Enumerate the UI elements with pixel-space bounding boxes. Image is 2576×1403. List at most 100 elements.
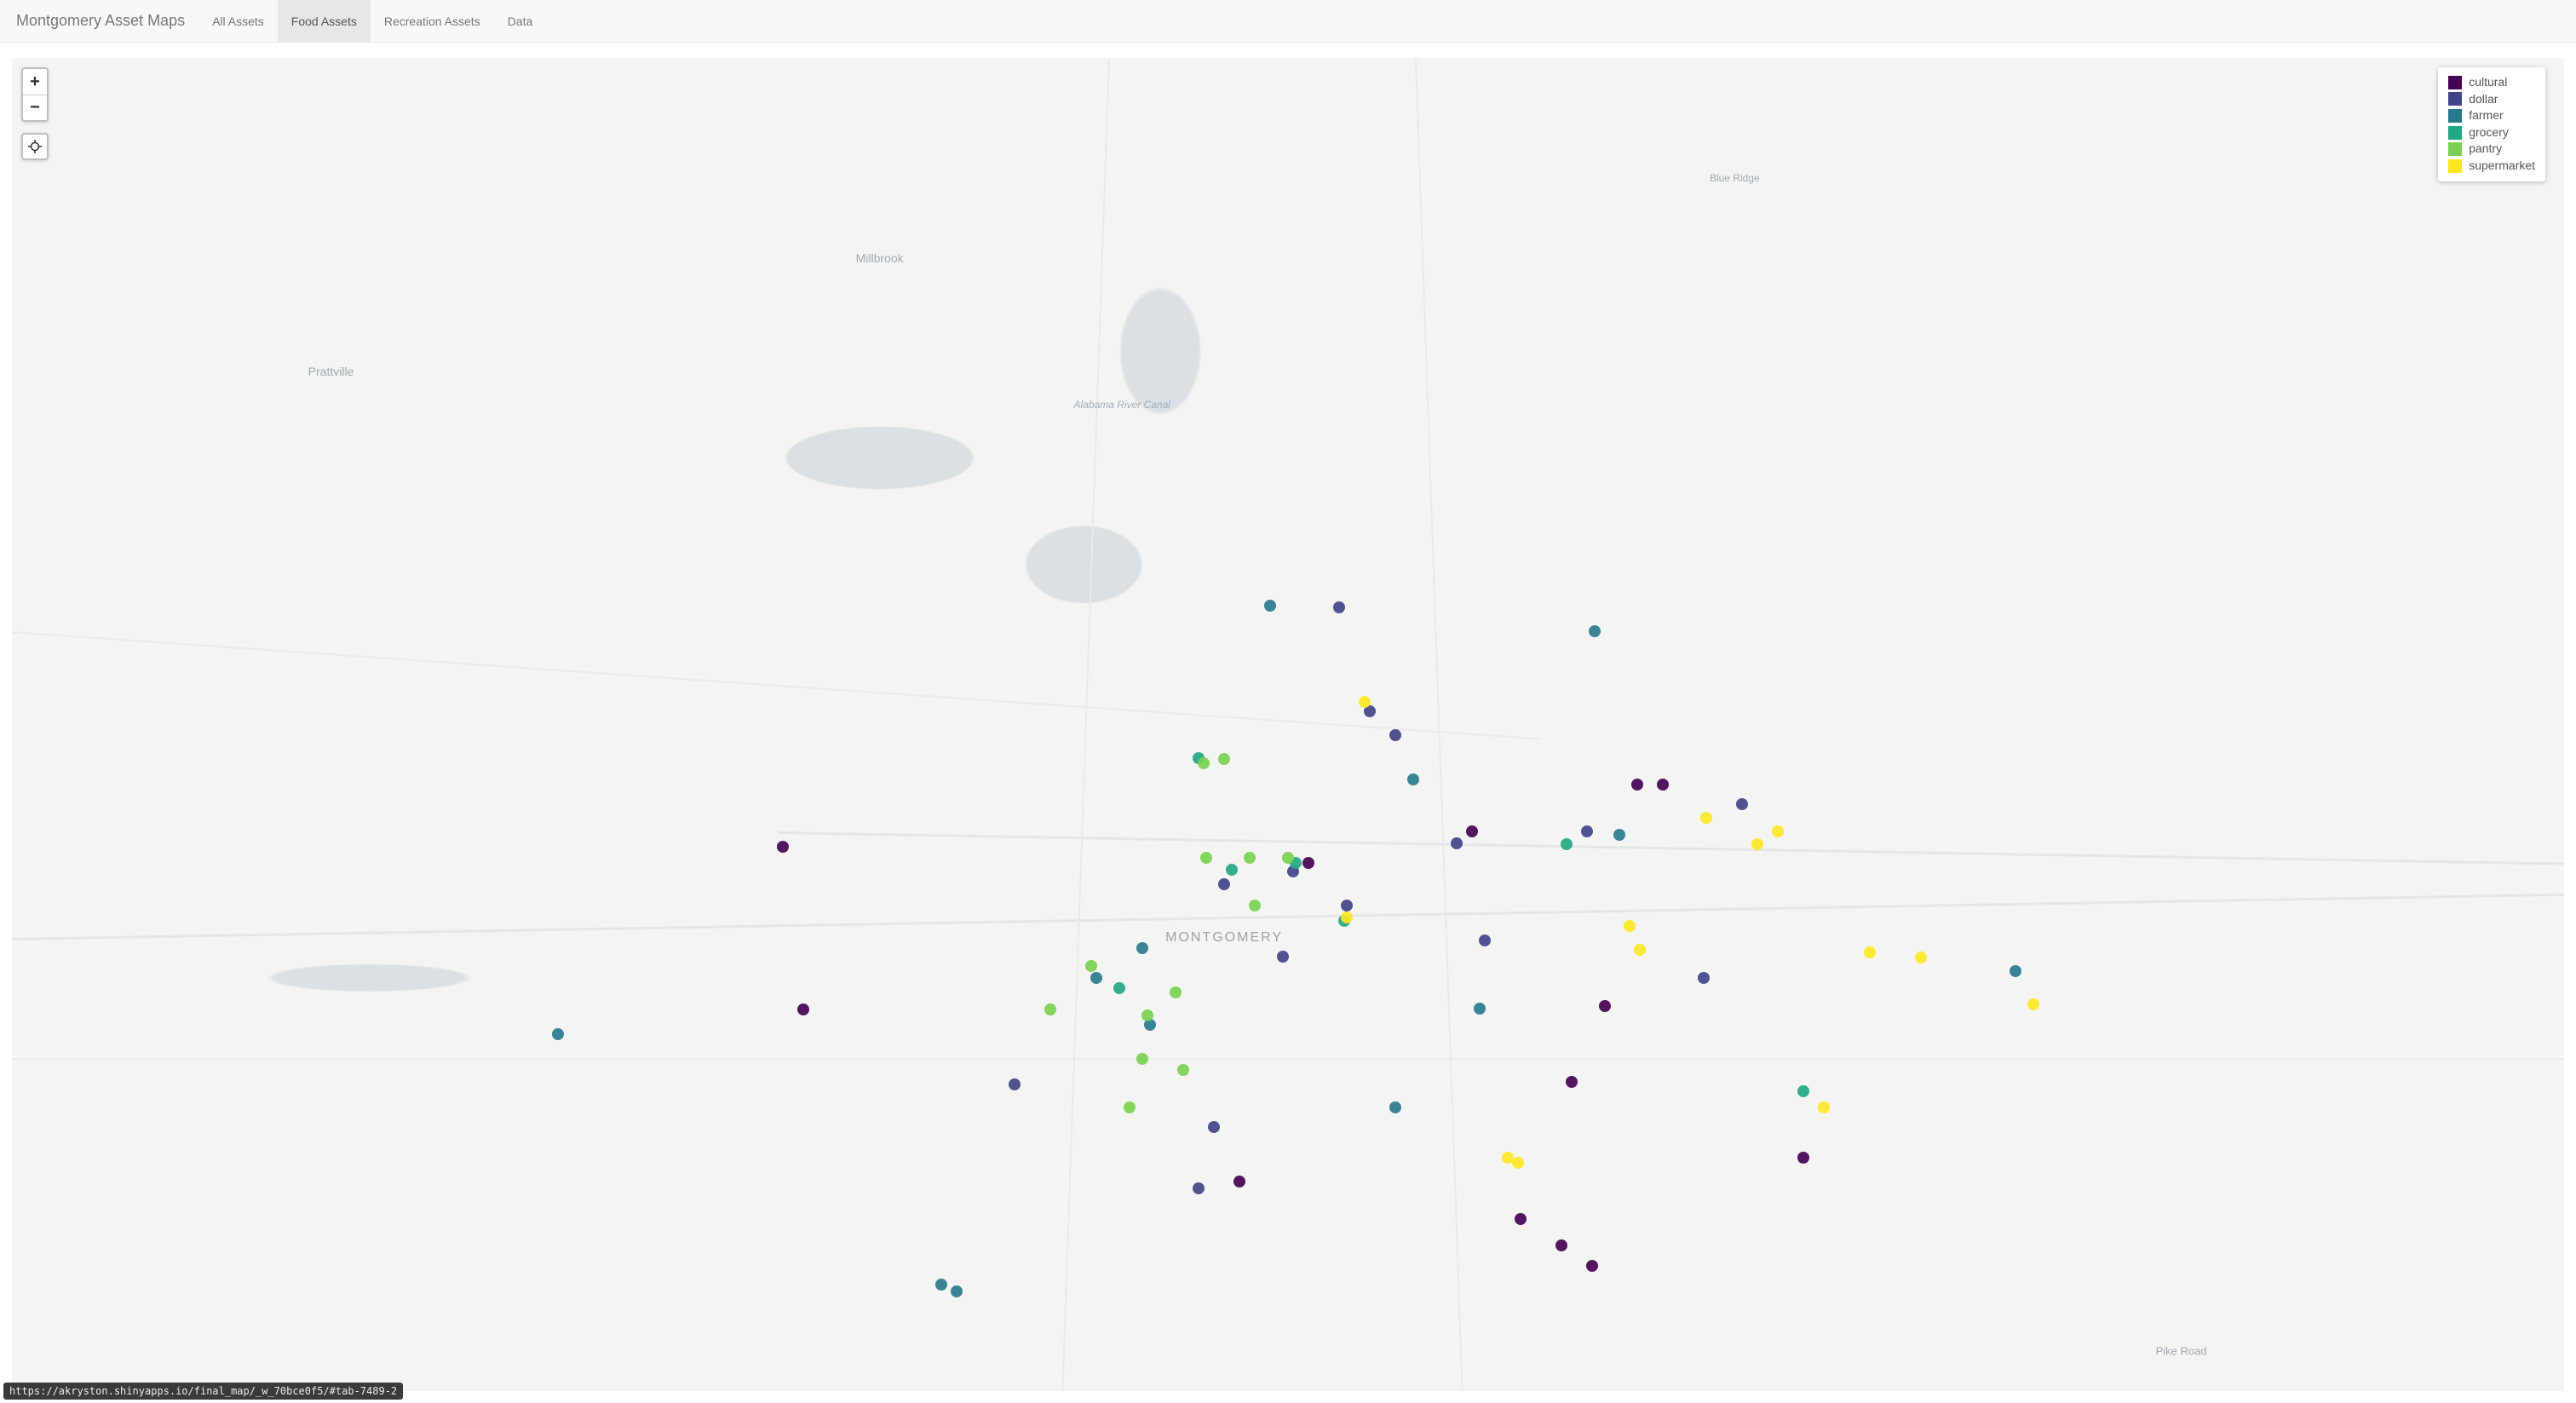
map-marker-supermarket[interactable] <box>1864 946 1876 958</box>
map-marker-cultural[interactable] <box>797 1003 809 1015</box>
legend: culturaldollarfarmergrocerypantrysuperma… <box>2438 67 2545 181</box>
map-marker-supermarket[interactable] <box>1751 838 1763 850</box>
map-marker-pantry[interactable] <box>1249 900 1261 911</box>
legend-label: pantry <box>2469 141 2502 158</box>
map-marker-farmer[interactable] <box>1389 1101 1401 1113</box>
map-marker-dollar[interactable] <box>1479 934 1491 946</box>
map-marker-dollar[interactable] <box>1698 972 1710 984</box>
map-label-river-canal: Alabama River Canal <box>1074 399 1170 411</box>
legend-row-grocery: grocery <box>2448 124 2535 141</box>
map-marker-dollar[interactable] <box>1389 729 1401 741</box>
map-marker-cultural[interactable] <box>1631 779 1643 791</box>
tab-all-assets[interactable]: All Assets <box>198 0 278 42</box>
map-marker-dollar[interactable] <box>1208 1121 1220 1133</box>
map-marker-supermarket[interactable] <box>1772 825 1784 837</box>
zoom-out-button[interactable]: − <box>23 95 47 120</box>
legend-swatch <box>2448 159 2462 173</box>
map-marker-dollar[interactable] <box>1009 1078 1021 1090</box>
legend-swatch <box>2448 109 2462 123</box>
map-marker-pantry[interactable] <box>1218 753 1230 765</box>
map-marker-cultural[interactable] <box>1797 1152 1809 1164</box>
legend-label: cultural <box>2469 74 2507 91</box>
map-marker-cultural[interactable] <box>1599 1000 1611 1012</box>
legend-row-pantry: pantry <box>2448 141 2535 158</box>
map-marker-supermarket[interactable] <box>2027 998 2039 1010</box>
map-marker-supermarket[interactable] <box>1634 944 1646 956</box>
map-marker-dollar[interactable] <box>1451 837 1463 849</box>
map-marker-supermarket[interactable] <box>1915 952 1927 963</box>
map-marker-dollar[interactable] <box>1193 1182 1205 1194</box>
map-marker-farmer[interactable] <box>552 1028 564 1040</box>
map-marker-dollar[interactable] <box>1277 951 1289 963</box>
map-marker-pantry[interactable] <box>1136 1053 1148 1065</box>
map-marker-pantry[interactable] <box>1085 960 1097 972</box>
legend-label: supermarket <box>2469 158 2535 175</box>
map-marker-grocery[interactable] <box>1561 838 1573 850</box>
legend-row-farmer: farmer <box>2448 107 2535 124</box>
map-marker-farmer[interactable] <box>1613 829 1625 841</box>
tab-data[interactable]: Data <box>494 0 547 42</box>
map-marker-dollar[interactable] <box>1218 878 1230 890</box>
map-marker-farmer[interactable] <box>1136 942 1148 954</box>
map-container[interactable]: MONTGOMERY Millbrook Prattville Pike Roa… <box>12 58 2564 1391</box>
map-marker-supermarket[interactable] <box>1818 1101 1830 1113</box>
map-marker-pantry[interactable] <box>1244 852 1256 864</box>
map-marker-farmer[interactable] <box>1407 773 1419 785</box>
map-marker-cultural[interactable] <box>1233 1176 1245 1187</box>
map-marker-pantry[interactable] <box>1044 1003 1056 1015</box>
legend-row-supermarket: supermarket <box>2448 158 2535 175</box>
map-marker-cultural[interactable] <box>1555 1239 1567 1251</box>
legend-swatch <box>2448 142 2462 156</box>
map-marker-pantry[interactable] <box>1198 757 1210 769</box>
map-marker-farmer[interactable] <box>1264 600 1276 612</box>
map-marker-cultural[interactable] <box>1657 779 1669 791</box>
map-marker-dollar[interactable] <box>1581 825 1593 837</box>
navbar-brand: Montgomery Asset Maps <box>13 12 188 30</box>
map-marker-cultural[interactable] <box>777 841 789 853</box>
map-marker-cultural[interactable] <box>1466 825 1478 837</box>
tab-recreation-assets[interactable]: Recreation Assets <box>371 0 494 42</box>
zoom-control: + − <box>21 67 49 122</box>
map-marker-farmer[interactable] <box>1090 972 1102 984</box>
map-marker-farmer[interactable] <box>2010 965 2021 977</box>
map-marker-pantry[interactable] <box>1124 1101 1136 1113</box>
legend-swatch <box>2448 76 2462 89</box>
legend-label: dollar <box>2469 91 2498 108</box>
locate-icon <box>28 140 42 153</box>
map-marker-supermarket[interactable] <box>1341 911 1353 923</box>
map-label-pike-road: Pike Road <box>2156 1345 2207 1358</box>
map-marker-farmer[interactable] <box>935 1279 947 1291</box>
map-marker-dollar[interactable] <box>1341 900 1353 911</box>
map-label-millbrook: Millbrook <box>856 251 904 265</box>
tab-food-assets[interactable]: Food Assets <box>278 0 371 42</box>
status-url-tooltip: https://akryston.shinyapps.io/final_map/… <box>3 1383 403 1400</box>
map-marker-dollar[interactable] <box>1333 601 1345 613</box>
map-marker-supermarket[interactable] <box>1700 812 1712 824</box>
map-marker-cultural[interactable] <box>1586 1260 1598 1272</box>
map-marker-grocery[interactable] <box>1226 864 1238 876</box>
zoom-in-button[interactable]: + <box>23 69 47 95</box>
navbar: Montgomery Asset Maps All Assets Food As… <box>0 0 2576 43</box>
map-marker-pantry[interactable] <box>1141 1009 1153 1021</box>
map-marker-cultural[interactable] <box>1515 1213 1527 1225</box>
map-marker-pantry[interactable] <box>1170 986 1182 998</box>
map-marker-cultural[interactable] <box>1302 857 1314 869</box>
map-marker-farmer[interactable] <box>1474 1003 1486 1015</box>
map-marker-grocery[interactable] <box>1797 1085 1809 1097</box>
map-marker-grocery[interactable] <box>1113 982 1125 994</box>
map-marker-supermarket[interactable] <box>1624 920 1636 932</box>
legend-row-cultural: cultural <box>2448 74 2535 91</box>
map-marker-farmer[interactable] <box>951 1285 963 1297</box>
map-label-prattville: Prattville <box>308 365 354 378</box>
map-marker-pantry[interactable] <box>1282 852 1294 864</box>
map-marker-cultural[interactable] <box>1566 1076 1578 1088</box>
legend-label: grocery <box>2469 124 2509 141</box>
locate-button[interactable] <box>21 133 49 160</box>
map-marker-pantry[interactable] <box>1177 1064 1189 1076</box>
map-marker-supermarket[interactable] <box>1512 1157 1524 1169</box>
legend-row-dollar: dollar <box>2448 91 2535 108</box>
map-marker-pantry[interactable] <box>1200 852 1212 864</box>
map-marker-farmer[interactable] <box>1589 625 1601 637</box>
map-marker-supermarket[interactable] <box>1359 696 1371 708</box>
map-marker-dollar[interactable] <box>1736 798 1748 810</box>
